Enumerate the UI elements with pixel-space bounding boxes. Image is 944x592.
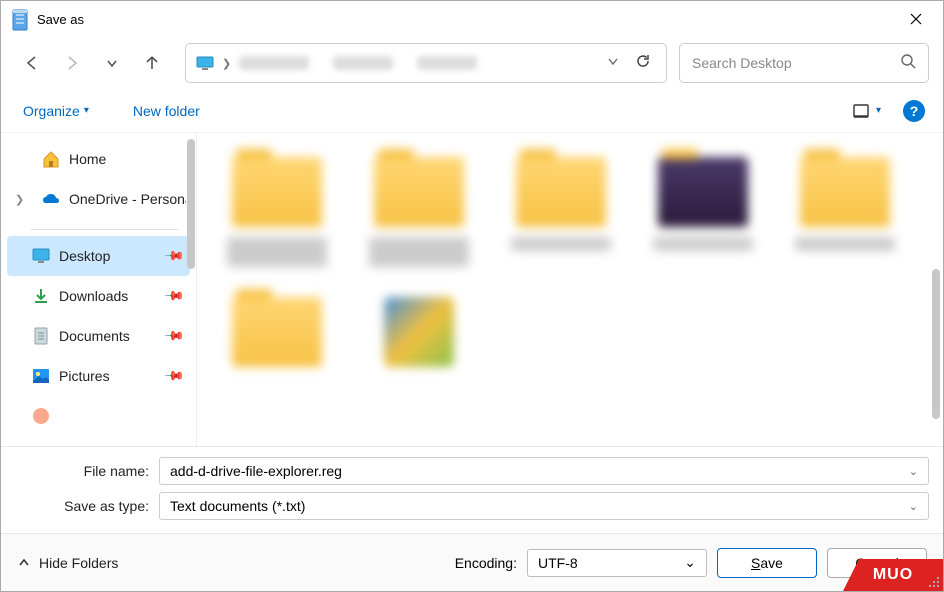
pin-icon: 📌 <box>163 285 186 308</box>
save-button[interactable]: Save <box>717 548 817 578</box>
hide-folders-button[interactable]: Hide Folders <box>17 555 118 571</box>
pin-icon: 📌 <box>163 245 186 268</box>
sidebar-item-documents[interactable]: Documents 📌 <box>1 316 196 356</box>
sidebar-item-home[interactable]: Home <box>1 139 196 179</box>
sidebar-label: Documents <box>59 328 130 344</box>
list-item[interactable] <box>217 157 337 267</box>
music-icon <box>31 406 51 426</box>
filename-value: add-d-drive-file-explorer.reg <box>170 463 909 479</box>
content-scrollbar[interactable] <box>932 269 940 419</box>
navigation-row: ❯ <box>1 37 943 89</box>
resize-grip[interactable] <box>927 575 941 589</box>
navigation-pane: Home ❯ OneDrive - Personal Desktop 📌 <box>1 133 197 446</box>
home-icon <box>41 149 61 169</box>
main-area: Home ❯ OneDrive - Personal Desktop 📌 <box>1 133 943 446</box>
sidebar-divider <box>31 229 178 230</box>
sidebar-label: Home <box>69 151 106 167</box>
list-item[interactable] <box>359 297 479 367</box>
view-icon <box>852 103 870 119</box>
cancel-button[interactable]: Cancel <box>827 548 927 578</box>
command-bar: Organize ▾ New folder ▾ ? <box>1 89 943 133</box>
list-item[interactable] <box>359 157 479 267</box>
back-button[interactable] <box>15 46 49 80</box>
new-folder-button[interactable]: New folder <box>129 97 204 125</box>
chevron-down-icon[interactable]: ⌄ <box>684 554 696 571</box>
search-input[interactable] <box>692 55 900 71</box>
refresh-button[interactable] <box>630 48 656 79</box>
pin-icon: 📌 <box>163 365 186 388</box>
forward-button[interactable] <box>55 46 89 80</box>
window-title: Save as <box>37 12 893 27</box>
recent-dropdown-button[interactable] <box>95 46 129 80</box>
view-options-button[interactable]: ▾ <box>844 99 889 123</box>
title-bar: Save as <box>1 1 943 37</box>
desktop-icon <box>31 246 51 266</box>
encoding-select[interactable]: UTF-8 ⌄ <box>527 549 707 577</box>
up-button[interactable] <box>135 46 169 80</box>
save-type-select[interactable]: Text documents (*.txt) ⌄ <box>159 492 929 520</box>
save-type-label: Save as type: <box>15 498 159 514</box>
sidebar-item-more[interactable] <box>1 396 196 436</box>
sidebar-item-onedrive[interactable]: ❯ OneDrive - Personal <box>1 179 196 219</box>
list-item[interactable] <box>785 157 905 267</box>
sidebar-item-downloads[interactable]: Downloads 📌 <box>1 276 196 316</box>
organize-label: Organize <box>23 103 80 119</box>
address-bar[interactable]: ❯ <box>185 43 667 83</box>
breadcrumb-chevron-icon[interactable]: ❯ <box>222 57 231 70</box>
help-button[interactable]: ? <box>903 100 925 122</box>
desktop-location-icon <box>196 56 214 70</box>
sidebar-label: Pictures <box>59 368 110 384</box>
encoding-label: Encoding: <box>455 555 517 571</box>
notepad-icon <box>11 9 29 29</box>
chevron-down-icon[interactable]: ⌄ <box>909 465 918 478</box>
pictures-icon <box>31 366 51 386</box>
sidebar-label: Downloads <box>59 288 128 304</box>
chevron-up-icon <box>17 556 31 570</box>
save-label: ave <box>760 555 783 571</box>
sidebar-item-pictures[interactable]: Pictures 📌 <box>1 356 196 396</box>
save-type-value: Text documents (*.txt) <box>170 498 909 514</box>
sidebar-label: Desktop <box>59 248 110 264</box>
search-icon[interactable] <box>900 53 916 74</box>
cancel-label: Cancel <box>855 555 899 571</box>
sidebar-item-desktop[interactable]: Desktop 📌 <box>7 236 190 276</box>
expand-icon[interactable]: ❯ <box>15 193 24 206</box>
filename-label: File name: <box>15 463 159 479</box>
pin-icon: 📌 <box>163 325 186 348</box>
list-item[interactable] <box>217 297 337 367</box>
organize-menu[interactable]: Organize ▾ <box>19 97 93 125</box>
new-folder-label: New folder <box>133 103 200 119</box>
close-button[interactable] <box>893 3 939 35</box>
caret-down-icon: ▾ <box>876 105 881 116</box>
save-form: File name: add-d-drive-file-explorer.reg… <box>1 446 943 533</box>
file-grid <box>197 133 943 391</box>
breadcrumb-path[interactable] <box>239 55 596 71</box>
downloads-icon <box>31 286 51 306</box>
onedrive-icon <box>41 189 61 209</box>
chevron-down-icon[interactable]: ⌄ <box>909 500 918 513</box>
save-as-dialog: Save as ❯ <box>0 0 944 592</box>
file-list-pane[interactable] <box>197 133 943 446</box>
search-box[interactable] <box>679 43 929 83</box>
documents-icon <box>31 326 51 346</box>
filename-input[interactable]: add-d-drive-file-explorer.reg ⌄ <box>159 457 929 485</box>
sidebar-label: OneDrive - Personal <box>69 191 186 207</box>
caret-down-icon: ▾ <box>84 105 89 116</box>
address-dropdown-button[interactable] <box>606 54 620 73</box>
hide-folders-label: Hide Folders <box>39 555 118 571</box>
list-item[interactable] <box>501 157 621 267</box>
list-item[interactable] <box>643 157 763 267</box>
sidebar-scrollbar[interactable] <box>187 139 195 269</box>
encoding-value: UTF-8 <box>538 555 684 571</box>
dialog-footer: Hide Folders Encoding: UTF-8 ⌄ Save Canc… <box>1 533 943 591</box>
